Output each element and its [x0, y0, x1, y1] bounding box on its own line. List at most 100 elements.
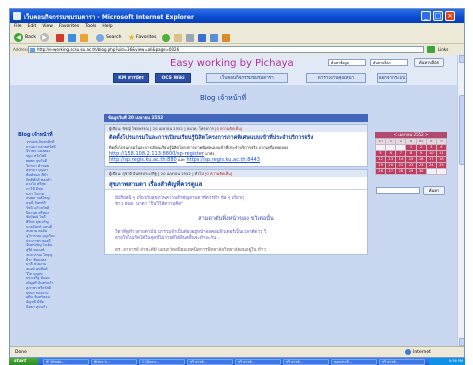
- title-bar: เว็บคอนกิจกรรมชมรมดารา - Microsoft Inter…: [10, 9, 464, 23]
- calendar-day[interactable]: 1: [406, 145, 416, 150]
- calendar-day[interactable]: 14: [396, 157, 406, 162]
- calendar-day[interactable]: 3: [426, 145, 436, 150]
- menu-edit[interactable]: Edit: [28, 23, 37, 31]
- calendar-day[interactable]: 9: [416, 151, 426, 156]
- calendar-day[interactable]: 23: [416, 163, 426, 168]
- security-zone: Internet: [405, 349, 431, 355]
- nav-schedule[interactable]: ตารางงานคุณหนา: [306, 73, 366, 83]
- calendar-day[interactable]: 8: [406, 151, 416, 156]
- calendar-day[interactable]: 12: [376, 157, 386, 162]
- menu-tools[interactable]: Tools: [85, 23, 96, 31]
- calendar-day[interactable]: 26: [376, 169, 386, 174]
- calendar-day[interactable]: 25: [436, 163, 446, 168]
- post-title[interactable]: สุขภาพสามดา เรื่องสำคัญที่ควรดูแล: [105, 177, 367, 190]
- calendar-day[interactable]: 30: [416, 169, 426, 174]
- address-input[interactable]: http://e-working.scsu.ku.ac.th/blog.php?…: [28, 46, 424, 53]
- post-category[interactable]: หมวด: โครงการ: [187, 126, 214, 131]
- minimize-button[interactable]: _: [421, 11, 431, 21]
- stop-button[interactable]: [56, 33, 64, 42]
- scroll-down-arrow[interactable]: [459, 338, 464, 346]
- calendar-day[interactable]: 17: [426, 157, 436, 162]
- mail-button[interactable]: [174, 33, 182, 42]
- start-button[interactable]: start: [9, 358, 39, 365]
- calendar-day[interactable]: 27: [386, 169, 396, 174]
- menu-favorites[interactable]: Favorites: [59, 23, 79, 31]
- back-button[interactable]: ◀ Back: [14, 33, 36, 42]
- site-title: Easy working by Pichaya: [170, 58, 294, 69]
- nav-ocs-wiki[interactable]: OCS Wiki: [155, 73, 191, 83]
- favorites-button[interactable]: ★ Favorites: [128, 33, 157, 42]
- blog-search-button[interactable]: ค้นหาบล็อก: [414, 58, 444, 67]
- history-button[interactable]: [162, 33, 170, 42]
- nav-club[interactable]: เว็บคอนกิจกรรมชมรมดารา: [206, 73, 288, 83]
- calendar-day[interactable]: 16: [416, 157, 426, 162]
- taskbar-item[interactable]: ปริ สวรค์...: [283, 359, 329, 365]
- sidebar-link[interactable]: นิตยา สุขแก้ว: [26, 305, 88, 310]
- taskbar-item[interactable]: C:\Docu...: [139, 359, 185, 365]
- calendar-day[interactable]: 11: [436, 151, 446, 156]
- close-button[interactable]: ×: [445, 11, 455, 21]
- post-date-header: ข้อมูลวันที่ 20 เมษายน 2552: [104, 114, 368, 122]
- post-comments[interactable]: [0 ความคิดเห็น]: [205, 171, 232, 176]
- search-button[interactable]: Search: [96, 33, 121, 42]
- calendar-day[interactable]: 10: [426, 151, 436, 156]
- taskbar-item[interactable]: IE Windo...: [43, 359, 89, 365]
- globe-icon: [405, 349, 411, 355]
- taskbar-item[interactable]: ปริ สวรค์...: [187, 359, 233, 365]
- print-button[interactable]: [186, 33, 194, 42]
- clock: 9:36 PM: [448, 359, 463, 363]
- taskbar-item[interactable]: ปริ สวรค์...: [379, 359, 425, 365]
- calendar-prev[interactable]: <: [394, 132, 397, 137]
- post-title[interactable]: ติดตั้งโปรแกรมในละการเปิยนเรียนรู้นิสิตโ…: [105, 132, 367, 142]
- calendar-day[interactable]: 24: [426, 163, 436, 168]
- post-link-sp-ssl[interactable]: https://sp.regis.ku.ac.th:8443: [186, 157, 260, 163]
- home-button[interactable]: [80, 33, 88, 42]
- calendar-day[interactable]: 2: [416, 145, 426, 150]
- menu-help[interactable]: Help: [102, 23, 112, 31]
- calendar-day[interactable]: 7: [396, 151, 406, 156]
- blog-search-input[interactable]: ค้นหาบล็อก: [370, 59, 408, 66]
- vertical-scrollbar[interactable]: [457, 55, 464, 346]
- address-url: http://e-working.scsu.ku.ac.th/blog.php?…: [37, 47, 180, 52]
- taskbar-item[interactable]: ปริ สวรค์...: [235, 359, 281, 365]
- calendar-day[interactable]: 18: [436, 157, 446, 162]
- calendar-day[interactable]: 19: [376, 163, 386, 168]
- scroll-thumb[interactable]: [459, 95, 464, 165]
- calendar-day[interactable]: 15: [406, 157, 416, 162]
- calendar-day[interactable]: 21: [396, 163, 406, 168]
- nav-km[interactable]: KM สารบัตร: [113, 73, 149, 83]
- go-button[interactable]: [427, 46, 435, 53]
- maximize-button[interactable]: □: [433, 11, 443, 21]
- calendar-day[interactable]: 5: [376, 151, 386, 156]
- forward-button[interactable]: ▶: [40, 33, 49, 42]
- post-category[interactable]: ทั่วไป: [195, 171, 204, 176]
- favorites-label: Favorites: [136, 35, 157, 40]
- links-button[interactable]: Links: [438, 47, 448, 52]
- calendar-next[interactable]: >: [425, 132, 428, 137]
- calendar-day[interactable]: 13: [386, 157, 396, 162]
- taskbar-item[interactable]: Bthry h...: [91, 359, 137, 365]
- calendar-day[interactable]: 29: [406, 169, 416, 174]
- sidebar-links: วรรณพ อินทรศักดิ์ กานดา หลายสวัสดิ์ จิราพร…: [18, 140, 88, 309]
- calendar-day[interactable]: 28: [396, 169, 406, 174]
- sidebar-search-button[interactable]: ค้นหา: [423, 186, 445, 195]
- calendar-day[interactable]: 20: [386, 163, 396, 168]
- sidebar-search-input[interactable]: [376, 187, 420, 194]
- discuss-button[interactable]: [210, 33, 218, 42]
- messenger-button[interactable]: [222, 33, 230, 42]
- edit-button[interactable]: [198, 33, 206, 42]
- refresh-button[interactable]: [68, 33, 76, 42]
- calendar-day[interactable]: 22: [406, 163, 416, 168]
- search-input[interactable]: ค้นหาข้อมูล: [328, 59, 366, 66]
- calendar-day: [426, 169, 436, 174]
- calendar-weekday: จ: [386, 139, 396, 144]
- nav-logout[interactable]: ออกจากระบบ: [377, 73, 407, 83]
- menu-file[interactable]: File: [14, 23, 22, 31]
- post-link-sp[interactable]: http://sp.regis.ku.ac.th:880: [109, 157, 177, 163]
- calendar-day[interactable]: 4: [436, 145, 446, 150]
- calendar-day[interactable]: 6: [386, 151, 396, 156]
- scroll-up-arrow[interactable]: [459, 55, 464, 63]
- post-comments[interactable]: [0 ความคิดเห็น]: [215, 126, 242, 131]
- menu-view[interactable]: View: [42, 23, 53, 31]
- taskbar-item[interactable]: สอดประสิ...: [331, 359, 377, 365]
